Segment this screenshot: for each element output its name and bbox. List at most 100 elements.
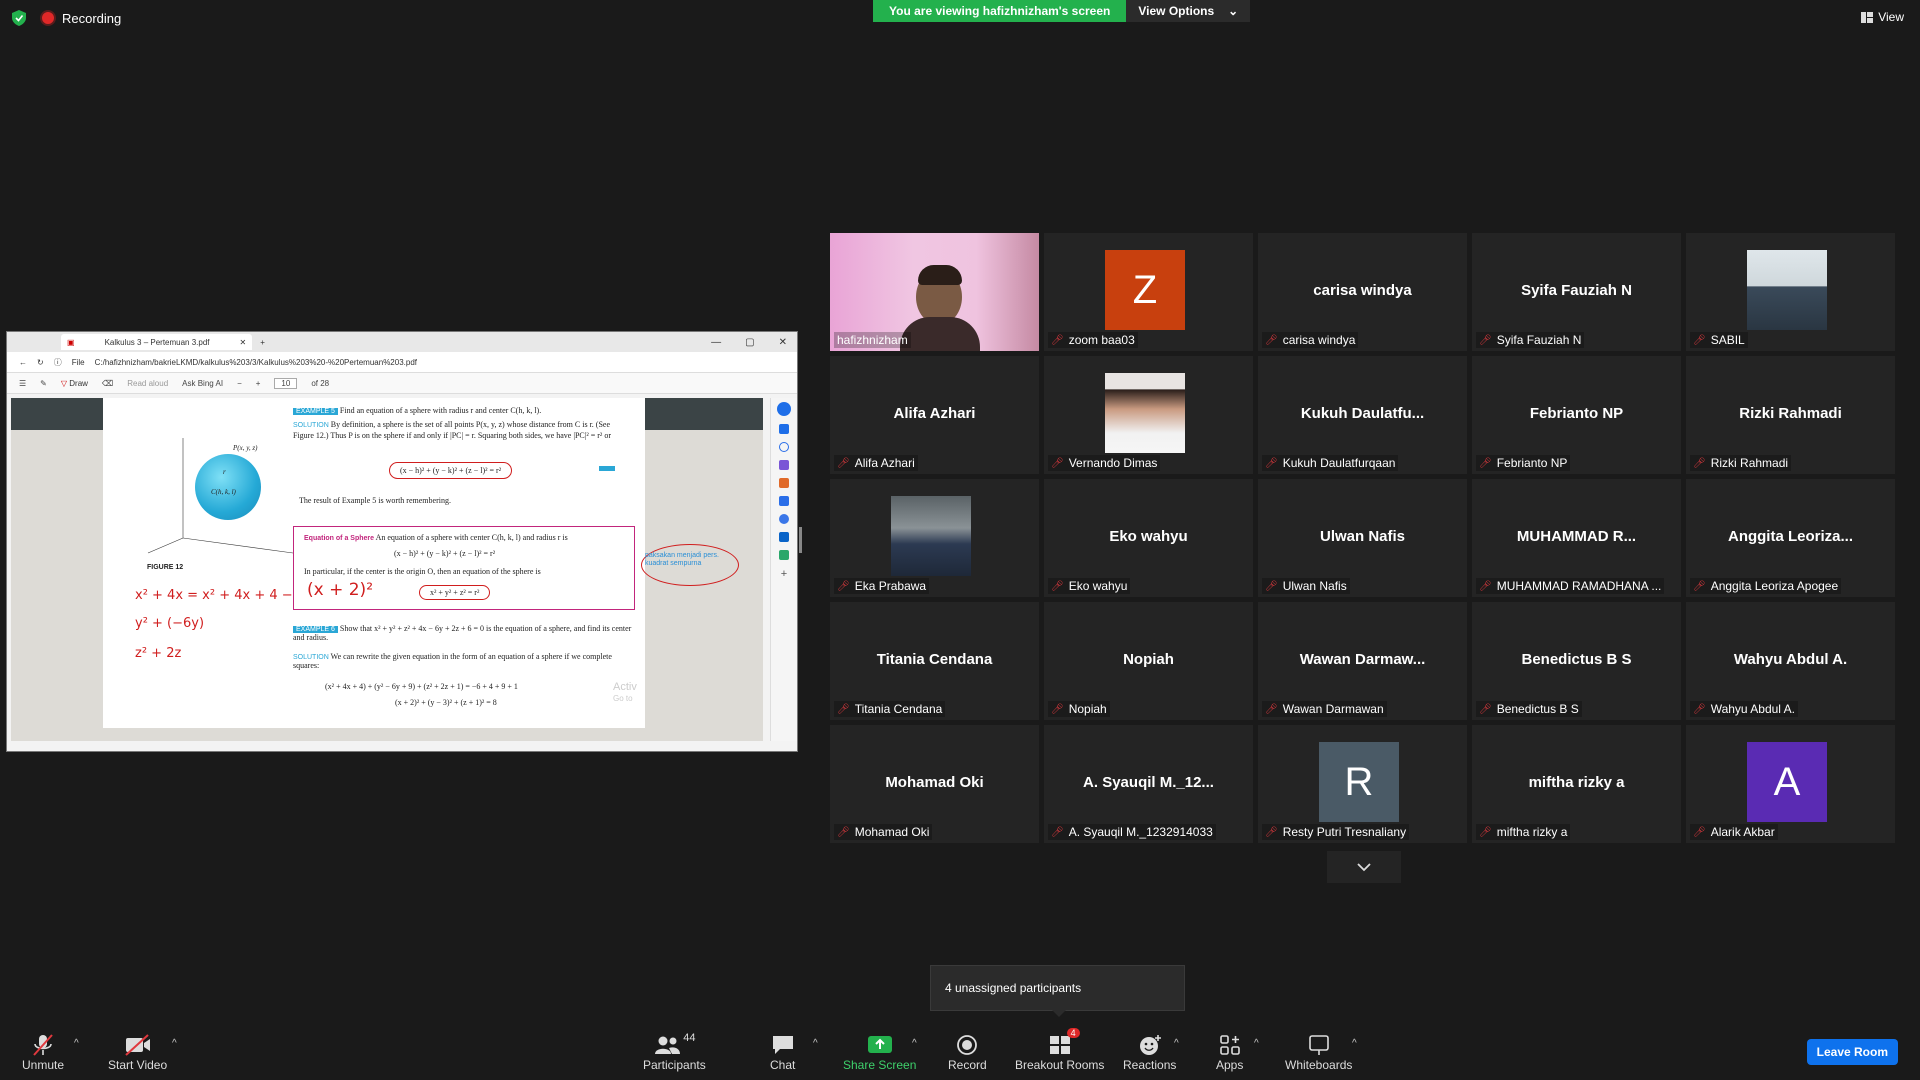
draw-button[interactable]: ▽ Draw xyxy=(61,379,88,388)
example6-text: Show that x² + y² + z² + 4x − 6y + 2z + … xyxy=(293,624,632,642)
eraser-icon[interactable]: ⌫ xyxy=(102,379,113,388)
address-bar[interactable]: ← ↻ ⓘ File C:/hafizhnizham/bakrieLKMD/ka… xyxy=(7,352,797,373)
shared-browser-window[interactable]: ▣ Kalkulus 3 – Pertemuan 3.pdf ✕ + — ▢ ✕… xyxy=(6,331,798,752)
apps-caret-icon[interactable]: ^ xyxy=(1254,1038,1259,1049)
close-window-icon[interactable]: ✕ xyxy=(779,337,787,348)
participant-tile[interactable]: Z 🎤︎ zoom baa03 xyxy=(1044,233,1253,351)
participant-name-label: 🎤︎ Syifa Fauziah N xyxy=(1476,332,1585,348)
participant-tile[interactable]: Alifa Azhari 🎤︎ Alifa Azhari xyxy=(830,356,1039,474)
participant-tile[interactable]: 🎤︎ SABIL xyxy=(1686,233,1895,351)
record-button[interactable]: Record xyxy=(948,1032,987,1072)
pdf-viewport[interactable]: EXAMPLE 5 Find an equation of a sphere w… xyxy=(11,398,763,741)
reactions-button[interactable]: Reactions xyxy=(1123,1032,1176,1072)
participant-tile[interactable]: Wahyu Abdul A. 🎤︎ Wahyu Abdul A. xyxy=(1686,602,1895,720)
minimize-icon[interactable]: — xyxy=(711,337,721,348)
outlook-icon[interactable] xyxy=(779,532,789,542)
start-video-button[interactable]: Start Video xyxy=(108,1032,167,1072)
browser-tab[interactable]: ▣ Kalkulus 3 – Pertemuan 3.pdf ✕ xyxy=(61,334,253,350)
share-caret-icon[interactable]: ^ xyxy=(912,1038,917,1049)
unassigned-participants-tooltip[interactable]: 4 unassigned participants xyxy=(930,965,1185,1011)
chat-button[interactable]: Chat xyxy=(770,1032,795,1072)
participant-tile[interactable]: miftha rizky a 🎤︎ miftha rizky a xyxy=(1472,725,1681,843)
notification-icon[interactable] xyxy=(779,424,789,434)
eq1: (x − h)² + (y − k)² + (z − l)² = r² xyxy=(389,462,513,479)
whiteboards-caret-icon[interactable]: ^ xyxy=(1352,1038,1357,1049)
recording-indicator[interactable]: Recording xyxy=(40,10,121,26)
toolbox-icon[interactable] xyxy=(779,478,789,488)
page-number-input[interactable]: 10 xyxy=(274,377,298,389)
shield-icon[interactable] xyxy=(12,10,26,26)
recording-label: Recording xyxy=(62,10,122,26)
participant-tile[interactable]: Mohamad Oki 🎤︎ Mohamad Oki xyxy=(830,725,1039,843)
participant-tile[interactable]: R 🎤︎ Resty Putri Tresnaliany xyxy=(1258,725,1467,843)
participant-name: hafizhnizham xyxy=(837,333,908,347)
participant-tile[interactable]: Eko wahyu 🎤︎ Eko wahyu xyxy=(1044,479,1253,597)
more-participants-button[interactable] xyxy=(1327,851,1401,883)
new-tab-icon[interactable]: + xyxy=(260,338,265,347)
participant-tile[interactable]: Wawan Darmaw... 🎤︎ Wawan Darmawan xyxy=(1258,602,1467,720)
office-icon[interactable] xyxy=(779,514,789,524)
participant-photo xyxy=(1747,250,1827,330)
contents-icon[interactable]: ☰ xyxy=(19,379,26,388)
participant-tile[interactable]: Kukuh Daulatfu... 🎤︎ Kukuh Daulatfurqaan xyxy=(1258,356,1467,474)
audio-caret-icon[interactable]: ^ xyxy=(74,1038,79,1049)
highlight-icon[interactable]: ✎ xyxy=(40,379,47,388)
refresh-icon[interactable]: ↻ xyxy=(37,358,44,367)
participant-name: Eko wahyu xyxy=(1068,579,1128,593)
participant-tile[interactable]: A. Syauqil M._12... 🎤︎ A. Syauqil M._12329… xyxy=(1044,725,1253,843)
participant-tile[interactable]: Ulwan Nafis 🎤︎ Ulwan Nafis xyxy=(1258,479,1467,597)
mic-muted-icon: 🎤︎ xyxy=(1051,580,1064,592)
chevron-down-icon xyxy=(1357,863,1371,872)
share-screen-button[interactable]: Share Screen xyxy=(843,1032,916,1072)
zoom-in-icon[interactable]: + xyxy=(256,379,261,388)
maximize-icon[interactable]: ▢ xyxy=(745,337,754,348)
close-tab-icon[interactable]: ✕ xyxy=(240,338,247,347)
participant-tile[interactable]: Anggita Leoriza... 🎤︎ Anggita Leoriza Apog… xyxy=(1686,479,1895,597)
resize-handle[interactable] xyxy=(799,527,802,553)
reactions-caret-icon[interactable]: ^ xyxy=(1174,1038,1179,1049)
view-options-button[interactable]: View Options ⌄ xyxy=(1126,0,1251,22)
participant-tile[interactable]: MUHAMMAD R... 🎤︎ MUHAMMAD RAMADHANA ... xyxy=(1472,479,1681,597)
video-caret-icon[interactable]: ^ xyxy=(172,1038,177,1049)
participant-tile[interactable]: carisa windya 🎤︎ carisa windya xyxy=(1258,233,1467,351)
read-aloud-button[interactable]: Read aloud xyxy=(127,379,168,388)
apps-button[interactable]: Apps xyxy=(1216,1032,1243,1072)
participant-name-label: 🎤︎ Ulwan Nafis xyxy=(1262,578,1350,594)
participant-tile[interactable]: hafizhnizham xyxy=(830,233,1039,351)
unmute-button[interactable]: Unmute xyxy=(22,1032,64,1072)
mic-muted-icon: 🎤︎ xyxy=(1265,457,1278,469)
participant-tile[interactable]: Rizki Rahmadi 🎤︎ Rizki Rahmadi xyxy=(1686,356,1895,474)
search-icon[interactable] xyxy=(779,442,789,452)
participants-button[interactable]: 44 Participants xyxy=(643,1032,706,1072)
participant-tile[interactable]: Nopiah 🎤︎ Nopiah xyxy=(1044,602,1253,720)
tag-icon[interactable] xyxy=(779,460,789,470)
add-icon[interactable]: + xyxy=(771,568,797,580)
participant-tile[interactable]: Benedictus B S 🎤︎ Benedictus B S xyxy=(1472,602,1681,720)
mic-muted-icon: 🎤︎ xyxy=(1693,457,1706,469)
chat-caret-icon[interactable]: ^ xyxy=(813,1038,818,1049)
view-button[interactable]: View xyxy=(1861,10,1904,24)
participant-tile[interactable]: Febrianto NP 🎤︎ Febrianto NP xyxy=(1472,356,1681,474)
example5-tag: EXAMPLE 5 xyxy=(293,408,338,415)
breakout-rooms-button[interactable]: 4 Breakout Rooms xyxy=(1015,1028,1104,1072)
bing-icon[interactable] xyxy=(777,402,791,416)
zoom-out-icon[interactable]: − xyxy=(237,379,242,388)
mic-muted-icon: 🎤︎ xyxy=(1693,703,1706,715)
participant-tile[interactable]: 🎤︎ Eka Prabawa xyxy=(830,479,1039,597)
remember-text: The result of Example 5 is worth remembe… xyxy=(299,496,451,505)
participant-name: Eka Prabawa xyxy=(854,579,927,593)
participant-tile[interactable]: Syifa Fauziah N 🎤︎ Syifa Fauziah N xyxy=(1472,233,1681,351)
participant-tile[interactable]: Titania Cendana 🎤︎ Titania Cendana xyxy=(830,602,1039,720)
participant-tile[interactable]: 🎤︎ Vernando Dimas xyxy=(1044,356,1253,474)
ask-bing-button[interactable]: Ask Bing AI xyxy=(182,379,223,388)
participant-tile[interactable]: A 🎤︎ Alarik Akbar xyxy=(1686,725,1895,843)
whiteboards-button[interactable]: Whiteboards xyxy=(1285,1032,1352,1072)
games-icon[interactable] xyxy=(779,496,789,506)
drop-icon[interactable] xyxy=(779,550,789,560)
mic-muted-icon: 🎤︎ xyxy=(1479,580,1492,592)
address-url[interactable]: C:/hafizhnizham/bakrieLKMD/kalkulus%203/… xyxy=(95,358,417,367)
participant-photo xyxy=(1105,373,1185,453)
leave-room-button[interactable]: Leave Room xyxy=(1806,1039,1898,1065)
example6: EXAMPLE 6 Show that x² + y² + z² + 4x − … xyxy=(293,624,633,642)
back-icon[interactable]: ← xyxy=(19,358,27,367)
